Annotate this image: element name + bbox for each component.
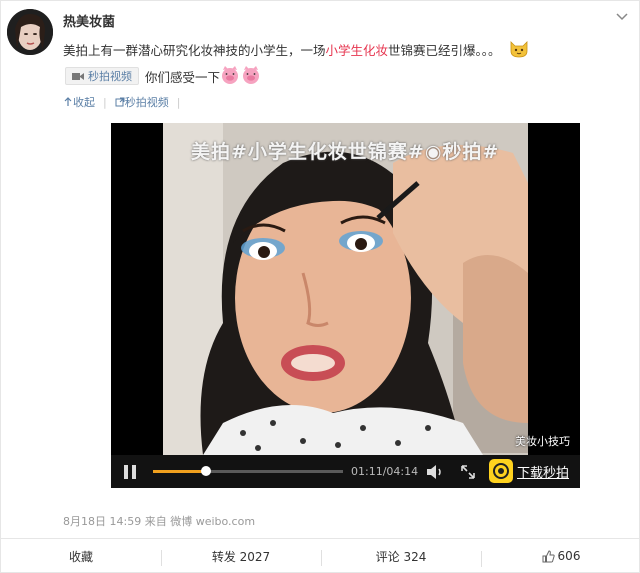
download-miaopai-button[interactable]: 下载秒拍 [489,459,569,483]
bottom-actions: 收藏 转发 2027 评论 324 606 [1,538,640,573]
weibo-card: 热美妆菌 美拍上有一群潜心研究化妆神技的小学生，一场小学生化妆世锦赛已经引爆。。… [0,0,640,573]
video-controls: 01:11/04:14 下载秒拍 [111,455,580,488]
video-tag-button[interactable]: 秒拍视频 [65,67,139,85]
video-link-label: 秒拍视频 [124,96,169,109]
pig-emoji-icon [220,65,262,87]
progress-bar[interactable] [153,466,343,476]
cat-emoji-icon [509,39,529,64]
pause-button[interactable] [121,463,139,481]
current-time: 01:11 [351,465,383,478]
external-link-icon [115,97,125,107]
favorite-button[interactable]: 收藏 [1,548,161,565]
arrow-up-icon [64,97,72,106]
post-meta: 8月18日 14:59 来自 微博 weibo.com [63,513,255,529]
post-date[interactable]: 8月18日 14:59 [63,515,141,528]
collapse-button[interactable]: 收起 [63,94,95,110]
actions-top: 收起 | 秒拍视频 | [63,94,188,110]
favorite-label: 收藏 [68,549,93,564]
time-display: 01:11/04:14 [351,465,419,478]
divider: | [103,95,107,109]
chevron-down-icon[interactable] [615,9,629,23]
divider: | [176,95,181,109]
miaopai-logo-icon [489,459,513,483]
video-player[interactable]: 美拍#小学生化妆世锦赛#◉秒拍# 美妆小技巧 01:11/04:14 下载秒拍 [111,123,580,488]
post-line-2: 秒拍视频 你们感受一下 [65,65,262,87]
video-frame [163,123,528,455]
collapse-label: 收起 [73,96,95,109]
repost-label: 转发 2027 [211,549,271,564]
video-tag-label: 秒拍视频 [88,70,132,83]
video-camera-icon [72,72,84,80]
like-count: 606 [557,549,581,563]
thumbs-up-icon [542,549,555,562]
comment-label: 评论 324 [375,549,427,564]
video-banner-text: 美拍#小学生化妆世锦赛#◉秒拍# [191,141,500,163]
volume-button[interactable] [425,463,445,481]
post-text-after: 世锦赛已经引爆。。。 [388,43,501,58]
hashtag-keyword[interactable]: 小学生化妆 [326,43,389,58]
username[interactable]: 热美妆菌 [63,11,115,30]
progress-knob[interactable] [201,466,212,476]
video-watermark: 美妆小技巧 [515,435,570,448]
comment-button[interactable]: 评论 324 [321,548,481,566]
post-source[interactable]: 微博 weibo.com [170,515,255,528]
post-text: 美拍上有一群潜心研究化妆神技的小学生，一场小学生化妆世锦赛已经引爆。。。 [63,39,623,64]
source-prefix: 来自 [144,515,167,528]
post-text-before: 美拍上有一群潜心研究化妆神技的小学生，一场 [63,43,326,58]
pause-icon [124,465,136,479]
expand-icon [461,465,475,479]
download-label: 下载秒拍 [517,465,570,481]
avatar[interactable] [7,9,53,55]
progress-fill [153,470,207,473]
fullscreen-button[interactable] [459,463,477,481]
volume-icon [427,465,441,479]
duration: 04:14 [386,465,419,478]
repost-button[interactable]: 转发 2027 [161,548,321,566]
like-button[interactable]: 606 [481,549,640,567]
video-link-button[interactable]: 秒拍视频 [115,94,169,110]
post-line-2-text: 你们感受一下 [145,69,221,85]
